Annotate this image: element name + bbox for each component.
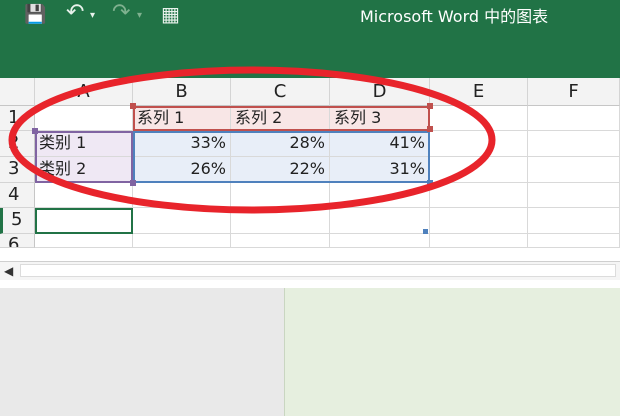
- word-document-area: [284, 288, 620, 416]
- word-background-pane: [0, 288, 284, 416]
- scroll-track[interactable]: [20, 264, 616, 277]
- horizontal-scrollbar[interactable]: ◀: [0, 261, 620, 281]
- scroll-left-arrow-icon[interactable]: ◀: [4, 262, 13, 280]
